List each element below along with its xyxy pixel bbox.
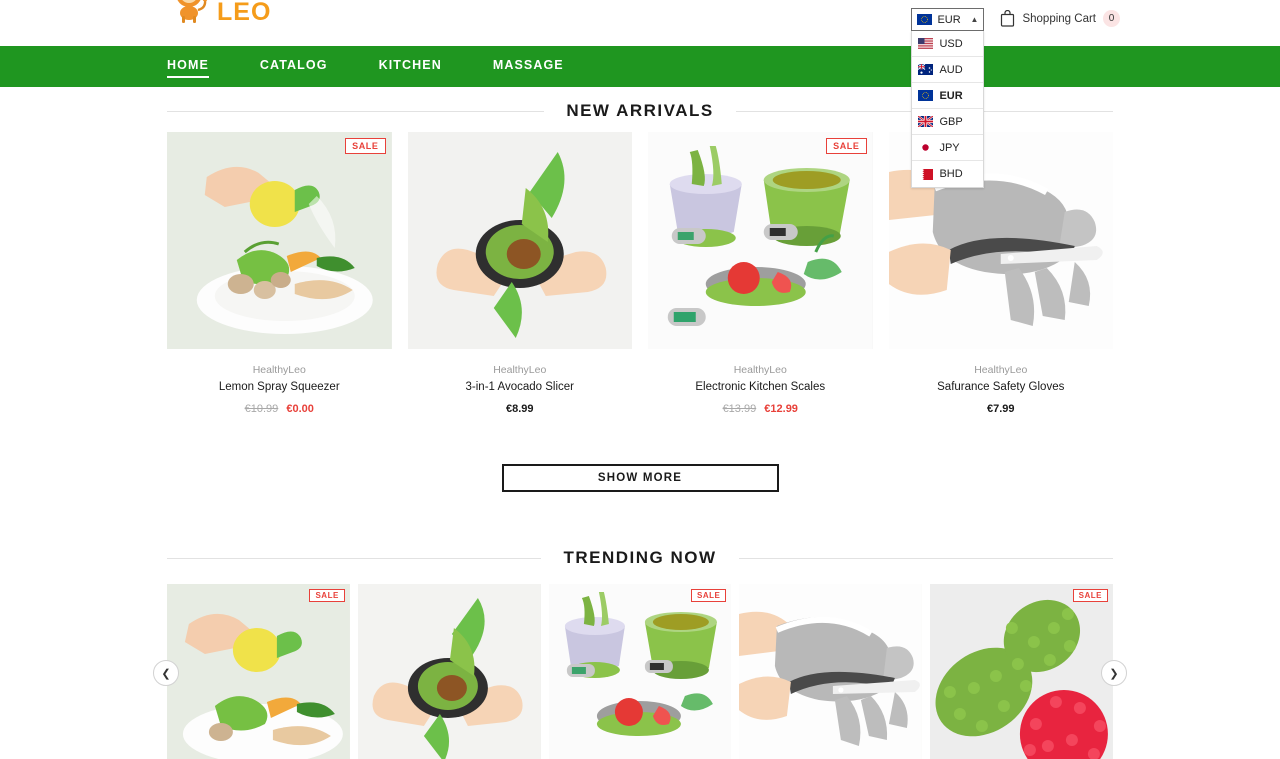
product-old-price: €13.99 bbox=[722, 403, 757, 415]
currency-selected-label: EUR bbox=[937, 13, 961, 26]
show-more-button[interactable]: SHOW MORE bbox=[501, 464, 779, 492]
carousel-item-avocado-slicer[interactable] bbox=[357, 584, 541, 759]
currency-option-label: BHD bbox=[939, 168, 963, 180]
divider-left bbox=[167, 557, 542, 559]
currency-option-label: GBP bbox=[939, 115, 963, 128]
nav-item-home[interactable]: HOME bbox=[167, 58, 209, 78]
shopping-bag-icon bbox=[1001, 10, 1015, 27]
currency-selector[interactable]: EUR ▲ USD AUD EUR GBP JPY BHD bbox=[911, 8, 985, 188]
carousel-item-lemon-spray-squeezer[interactable]: SALE bbox=[167, 584, 350, 759]
product-price-row: €13.99 €12.99 bbox=[648, 403, 873, 415]
product-card[interactable]: SALE HealthyLeo Electronic Kitchen Scale… bbox=[648, 132, 873, 415]
currency-option-label: JPY bbox=[939, 141, 960, 154]
product-vendor: HealthyLeo bbox=[252, 364, 306, 376]
product-sale-price: €12.99 bbox=[764, 403, 798, 415]
sale-badge: SALE bbox=[345, 138, 386, 154]
flag-usd-icon bbox=[918, 38, 934, 49]
product-price: €8.99 bbox=[505, 403, 534, 415]
currency-option-label: AUD bbox=[939, 63, 963, 76]
carousel-prev-button[interactable]: ❮ bbox=[153, 660, 179, 686]
currency-option-aud[interactable]: AUD bbox=[912, 57, 984, 83]
product-price-row: €10.99 €0.00 bbox=[167, 403, 392, 415]
product-card[interactable]: HealthyLeo 3-in-1 Avocado Slicer €8.99 bbox=[407, 132, 633, 415]
carousel-track: SALE SALE SALE bbox=[167, 584, 1113, 759]
product-price-row: €8.99 bbox=[408, 403, 633, 415]
currency-option-bhd[interactable]: BHD bbox=[912, 161, 983, 187]
product-vendor: HealthyLeo bbox=[733, 364, 787, 376]
product-old-price: €10.99 bbox=[244, 403, 279, 415]
site-header: HEALTHY LEO EUR ▲ bbox=[0, 0, 1280, 188]
flag-aud-icon bbox=[918, 64, 934, 75]
sale-badge: SALE bbox=[826, 138, 867, 154]
currency-option-usd[interactable]: USD bbox=[912, 31, 984, 57]
logo-text-leo: LEO bbox=[217, 0, 272, 26]
show-more-container: SHOW MORE bbox=[167, 464, 1113, 492]
product-vendor: HealthyLeo bbox=[974, 364, 1028, 376]
flag-eur-icon bbox=[917, 14, 933, 25]
trending-carousel: ❮ ❯ SALE SALE SALE bbox=[153, 584, 1127, 759]
product-sale-price: €0.00 bbox=[286, 403, 314, 415]
product-image-kitchen-scales[interactable]: SALE bbox=[648, 132, 873, 349]
currency-option-jpy[interactable]: JPY bbox=[912, 135, 984, 161]
nav-item-kitchen[interactable]: KITCHEN bbox=[379, 58, 442, 75]
nav-item-massage[interactable]: MASSAGE bbox=[493, 58, 564, 75]
flag-eur-icon bbox=[918, 90, 934, 101]
chevron-up-icon: ▲ bbox=[970, 15, 979, 24]
currency-option-gbp[interactable]: GBP bbox=[912, 109, 984, 135]
product-name[interactable]: Lemon Spray Squeezer bbox=[167, 381, 392, 393]
sale-badge: SALE bbox=[1072, 589, 1108, 602]
sale-badge: SALE bbox=[691, 589, 727, 602]
cart-label: Shopping Cart bbox=[1022, 12, 1096, 25]
product-image-lemon-spray-squeezer[interactable]: SALE bbox=[167, 132, 392, 349]
header-actions: EUR ▲ USD AUD EUR GBP JPY BHD Shopping C… bbox=[911, 8, 1120, 188]
currency-dropdown-menu[interactable]: USD AUD EUR GBP JPY BHD bbox=[911, 31, 985, 188]
flag-bhd-icon bbox=[918, 168, 934, 180]
carousel-next-button[interactable]: ❯ bbox=[1101, 660, 1127, 686]
carousel-item-safety-gloves[interactable] bbox=[739, 584, 923, 759]
product-name[interactable]: Electronic Kitchen Scales bbox=[648, 381, 873, 393]
currency-selector-button[interactable]: EUR ▲ bbox=[911, 8, 985, 31]
product-card[interactable]: SALE HealthyLeo Lemon Spray Squeezer €10… bbox=[167, 132, 392, 415]
carousel-item-massage-balls[interactable]: SALE bbox=[930, 584, 1113, 759]
flag-jpy-icon bbox=[918, 142, 934, 153]
currency-option-label: USD bbox=[939, 37, 963, 50]
currency-option-label: EUR bbox=[939, 89, 963, 102]
trending-now-heading: TRENDING NOW bbox=[167, 534, 1114, 568]
section-title: NEW ARRIVALS bbox=[566, 101, 714, 120]
divider-left bbox=[167, 110, 545, 112]
product-price: €7.99 bbox=[986, 403, 1015, 415]
lion-mascot-icon bbox=[177, 0, 208, 23]
site-logo[interactable]: HEALTHY LEO bbox=[167, 0, 340, 26]
currency-option-eur[interactable]: EUR bbox=[912, 83, 984, 109]
divider-right bbox=[738, 557, 1114, 559]
product-image-avocado-slicer[interactable] bbox=[407, 132, 632, 349]
product-name[interactable]: Safurance Safety Gloves bbox=[889, 381, 1114, 393]
product-price-row: €7.99 bbox=[889, 403, 1114, 415]
shopping-cart-button[interactable]: Shopping Cart 0 bbox=[1000, 8, 1120, 27]
section-title: TRENDING NOW bbox=[563, 548, 717, 567]
sale-badge: SALE bbox=[309, 589, 345, 602]
cart-count-badge: 0 bbox=[1103, 10, 1120, 27]
product-vendor: HealthyLeo bbox=[493, 364, 547, 376]
flag-gbp-icon bbox=[918, 116, 934, 127]
main-navigation: HOME CATALOG KITCHEN MASSAGE bbox=[0, 46, 1280, 87]
nav-item-catalog[interactable]: CATALOG bbox=[260, 58, 328, 75]
carousel-item-kitchen-scales[interactable]: SALE bbox=[548, 584, 732, 759]
product-name[interactable]: 3-in-1 Avocado Slicer bbox=[408, 381, 633, 393]
